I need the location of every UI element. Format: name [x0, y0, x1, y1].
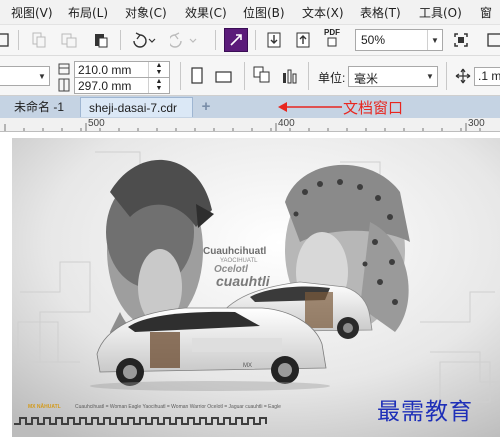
menu-bitmaps[interactable]: 位图(B) [243, 4, 285, 21]
search-content-icon[interactable] [224, 28, 248, 52]
chevron-down-icon: ▼ [426, 72, 434, 81]
annotation-arrow-icon [278, 102, 342, 112]
export-icon[interactable] [292, 29, 314, 51]
zoom-level-select[interactable]: 50% ▼ [355, 29, 443, 51]
page-size-select[interactable]: ▼ [0, 66, 50, 86]
all-pages-icon[interactable] [251, 64, 273, 86]
toolbar-separator [180, 62, 181, 90]
property-bar: ▼ 210.0 mm ▲ ▼ 297.0 mm ▲ ▼ 单位: 毫米 ▼ .1 m [0, 56, 500, 96]
page-height-field[interactable]: 297.0 mm ▲ ▼ [74, 77, 170, 94]
units-value: 毫米 [354, 72, 379, 86]
page-height-value: 297.0 mm [78, 79, 132, 93]
units-select[interactable]: 毫米 ▼ [348, 66, 438, 87]
menu-object[interactable]: 对象(C) [125, 4, 167, 21]
caption-brand: MX NĀHUATL [28, 403, 61, 410]
spinner-icon[interactable]: ▲ ▼ [148, 62, 169, 77]
page-width-field[interactable]: 210.0 mm ▲ ▼ [74, 61, 170, 78]
nudge-distance-value: .1 m [478, 69, 500, 83]
new-tab-button[interactable]: + [196, 97, 216, 117]
ruler-label: 400 [278, 118, 295, 129]
toolbar-separator [308, 62, 309, 90]
pdf-label: PDF [324, 28, 340, 37]
menu-table[interactable]: 表格(T) [360, 4, 401, 21]
menu-text[interactable]: 文本(X) [302, 4, 344, 21]
tab-sheji-dasai-7[interactable]: sheji-dasai-7.cdr [80, 97, 193, 117]
caption-text: Cuauhcihuatl = Woman Eagle Yaocihuatl = … [75, 404, 281, 410]
toolbar-separator [120, 30, 121, 50]
horizontal-ruler[interactable]: 500 400 300 [0, 118, 500, 132]
toolbar-separator [446, 62, 447, 90]
spinner-icon[interactable]: ▲ ▼ [148, 78, 169, 93]
document-tab-strip: 未命名 -1 sheji-dasai-7.cdr + 文档窗口 [0, 96, 500, 118]
menu-view[interactable]: 视图(V) [11, 4, 53, 21]
ruler-label: 500 [88, 118, 105, 129]
menu-effects[interactable]: 效果(C) [185, 4, 227, 21]
art-title-3: cuauhtli [216, 273, 271, 289]
portrait-icon[interactable] [186, 65, 208, 87]
toolbar-separator [215, 30, 216, 50]
menu-bar: 视图(V) 布局(L) 对象(C) 效果(C) 位图(B) 文本(X) 表格(T… [0, 0, 500, 25]
redo-icon[interactable] [170, 29, 200, 51]
print-icon[interactable] [0, 29, 16, 51]
undo-icon[interactable] [127, 29, 157, 51]
zoom-level-value: 50% [361, 33, 386, 47]
tab-untitled[interactable]: 未命名 -1 [6, 97, 76, 117]
import-icon[interactable] [263, 29, 285, 51]
nudge-icon [452, 65, 474, 87]
options-icon[interactable] [482, 29, 500, 51]
chevron-down-icon: ▼ [427, 30, 442, 50]
chevron-down-icon: ▼ [38, 71, 46, 81]
landscape-icon[interactable] [213, 65, 235, 87]
art-title-1: Cuauhcihuatl [203, 246, 267, 257]
units-label: 单位: [318, 71, 346, 85]
paste-icon[interactable] [90, 29, 112, 51]
menu-tools[interactable]: 工具(O) [419, 4, 462, 21]
page-width-icon [57, 62, 71, 76]
tab-label: sheji-dasai-7.cdr [89, 101, 178, 115]
current-page-icon[interactable] [280, 64, 302, 86]
car-badge: MX [243, 363, 252, 369]
pdf-publish-icon[interactable]: PDF [320, 28, 344, 50]
full-screen-icon[interactable] [450, 29, 472, 51]
page-width-value: 210.0 mm [78, 63, 132, 77]
page-height-icon [57, 78, 71, 92]
menu-window[interactable]: 窗 [480, 4, 492, 21]
cut-icon[interactable] [28, 29, 50, 51]
ruler-ticks [4, 123, 481, 131]
toolbar-separator [244, 62, 245, 90]
standard-toolbar: PDF 50% ▼ [0, 25, 500, 56]
watermark-text: 最需教育 [377, 399, 473, 425]
ruler-label: 300 [468, 118, 485, 129]
nudge-distance-field[interactable]: .1 m [474, 67, 500, 86]
copy-icon[interactable] [58, 29, 80, 51]
tab-label: 未命名 -1 [14, 100, 65, 114]
menu-layout[interactable]: 布局(L) [68, 4, 108, 21]
annotation-label: 文档窗口 [343, 99, 404, 117]
toolbar-separator [255, 30, 256, 50]
drawing-canvas[interactable]: Cuauhcihuatl YAOCIHUATL Ocelotl cuauhtli… [0, 132, 500, 437]
toolbar-separator [18, 30, 19, 50]
